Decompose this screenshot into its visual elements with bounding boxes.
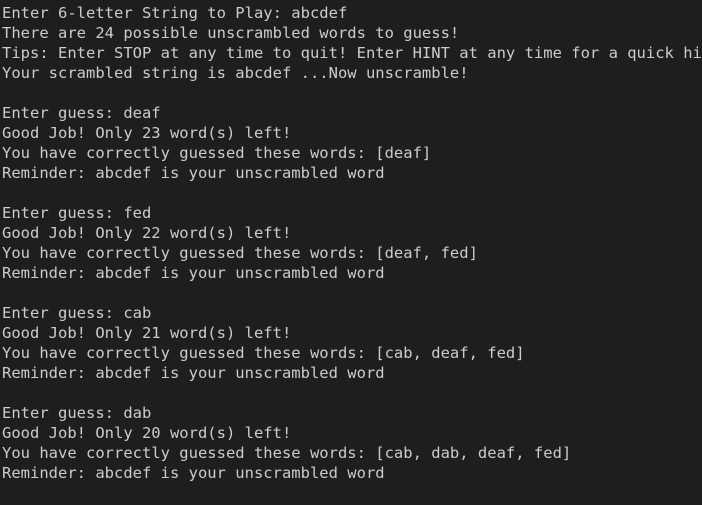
terminal-line-guess: Enter guess: dab (2, 404, 152, 422)
terminal-line-tips: Tips: Enter STOP at any time to quit! En… (2, 44, 702, 62)
terminal-line-reminder: Reminder: abcdef is your unscrambled wor… (2, 264, 385, 282)
terminal-line-reminder: Reminder: abcdef is your unscrambled wor… (2, 364, 385, 382)
terminal-line-guessed-words: You have correctly guessed these words: … (2, 244, 478, 262)
terminal-line-result: Good Job! Only 23 word(s) left! (2, 124, 292, 142)
terminal-line-result: Good Job! Only 22 word(s) left! (2, 224, 292, 242)
terminal-line-guess: Enter guess: fed (2, 204, 152, 222)
terminal-line-possible-words: There are 24 possible unscrambled words … (2, 24, 460, 42)
terminal-line-result: Good Job! Only 20 word(s) left! (2, 424, 292, 442)
terminal-line-guess: Enter guess: deaf (2, 104, 161, 122)
terminal-line-reminder: Reminder: abcdef is your unscrambled wor… (2, 164, 385, 182)
terminal-output[interactable]: Enter 6-letter String to Play: abcdef Th… (0, 0, 702, 505)
terminal-line-reminder: Reminder: abcdef is your unscrambled wor… (2, 464, 385, 482)
terminal-line-scrambled-string: Your scrambled string is abcdef ...Now u… (2, 64, 469, 82)
terminal-line-prompt-string: Enter 6-letter String to Play: abcdef (2, 4, 348, 22)
terminal-line-guessed-words: You have correctly guessed these words: … (2, 144, 432, 162)
terminal-line-guessed-words: You have correctly guessed these words: … (2, 344, 525, 362)
terminal-line-result: Good Job! Only 21 word(s) left! (2, 324, 292, 342)
terminal-line-guessed-words: You have correctly guessed these words: … (2, 444, 572, 462)
terminal-line-guess: Enter guess: cab (2, 304, 152, 322)
